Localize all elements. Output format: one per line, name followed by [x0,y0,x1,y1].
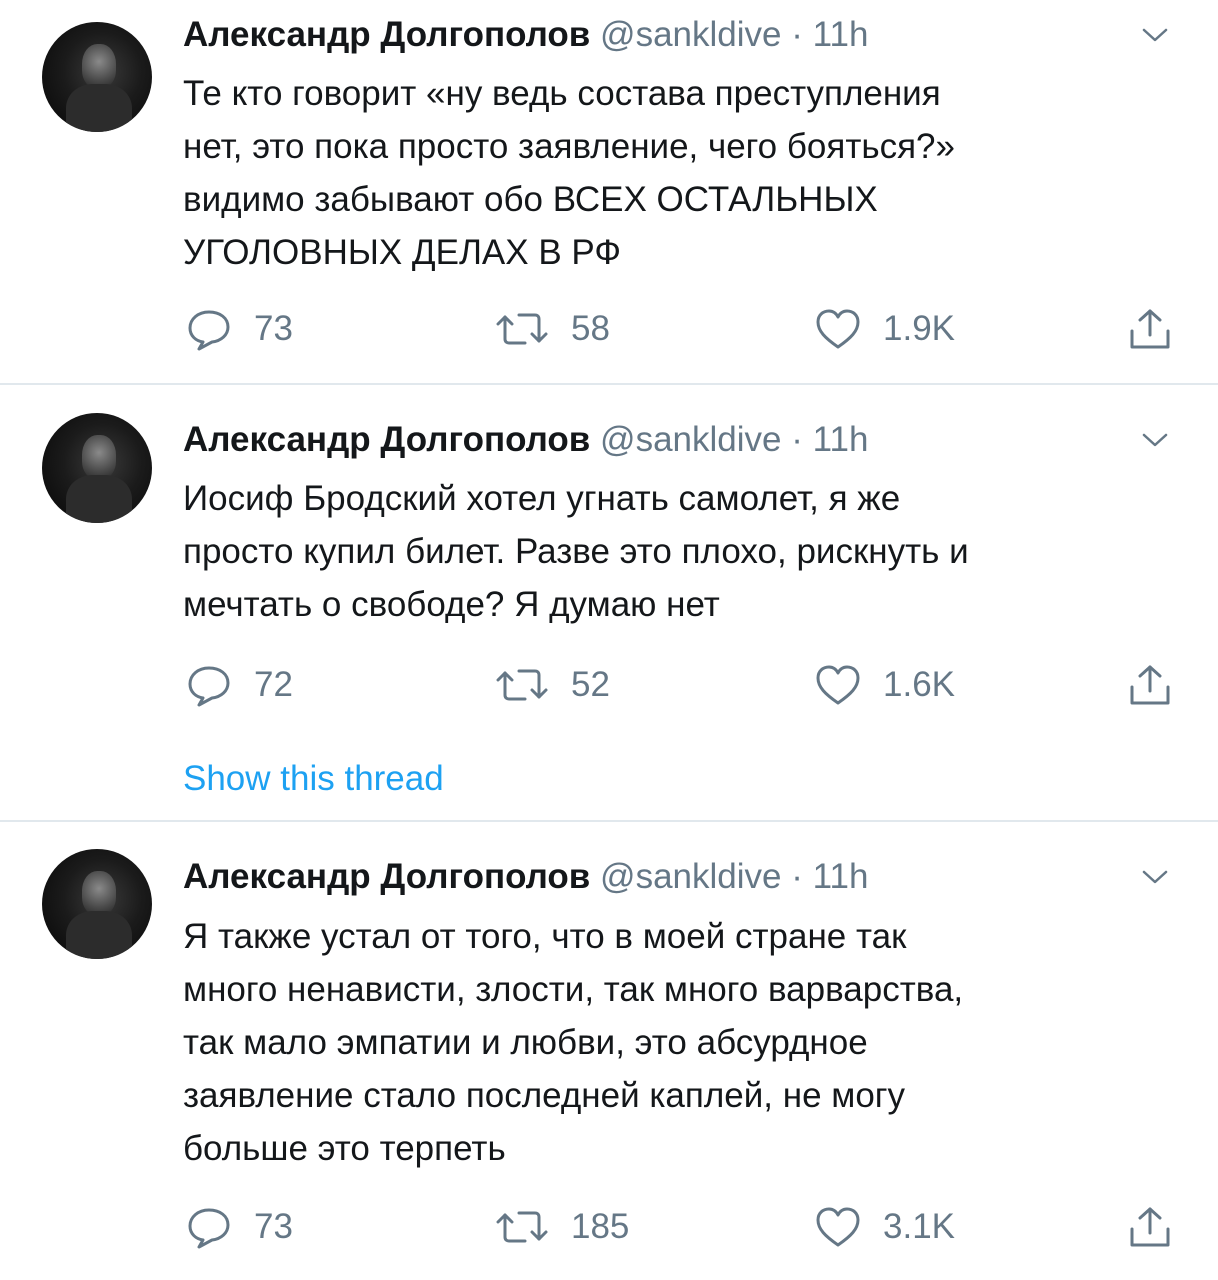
reply-button[interactable]: 73 [186,1205,293,1249]
separator-dot: · [791,15,803,54]
tweet-text: Те кто говорит «ну ведь состава преступл… [183,67,1173,279]
like-count: 1.9K [883,309,955,348]
tweet[interactable]: Александр Долгополов @sankldive · 11h Ио… [0,385,1218,820]
reply-icon [188,310,230,351]
reply-icon [188,666,230,707]
share-icon [1130,1207,1170,1247]
reply-count: 72 [254,665,293,704]
tweet-actions: 73 58 1.9K [0,307,1218,351]
share-button[interactable] [1127,1205,1173,1249]
tweet-text: Иосиф Бродский хотел угнать самолет, я ж… [183,472,1173,631]
tweet-text-line: УГОЛОВНЫХ ДЕЛАХ В РФ [183,233,621,272]
tweet-text-line: так мало эмпатии и любви, это абсурдное [183,1023,868,1062]
timestamp[interactable]: 11h [813,15,869,54]
tweet[interactable]: Александр Долгополов @sankldive · 11h Я … [0,822,1218,1280]
author-handle[interactable]: @sankldive [600,420,781,459]
show-thread-link[interactable]: Show this thread [183,757,444,801]
retweet-button[interactable]: 52 [495,663,610,707]
like-button[interactable]: 1.6K [815,663,955,707]
reply-button[interactable]: 73 [186,307,293,351]
share-icon [1130,665,1170,705]
tweet-text-line: Я также устал от того, что в моей стране… [183,917,907,956]
retweet-button[interactable]: 58 [495,307,610,351]
like-count: 3.1K [883,1207,955,1246]
chevron-down-icon[interactable] [1138,423,1172,457]
reply-button[interactable]: 72 [186,663,293,707]
like-button[interactable]: 3.1K [815,1205,955,1249]
tweet-text-line: нет, это пока просто заявление, чего боя… [183,127,955,166]
tweet[interactable]: Александр Долгополов @sankldive · 11h Те… [0,0,1218,385]
share-button[interactable] [1127,307,1173,351]
avatar[interactable] [42,849,152,959]
retweet-icon [496,669,548,701]
retweet-button[interactable]: 185 [495,1205,629,1249]
tweet-text-line: больше это терпеть [183,1129,506,1168]
reply-count: 73 [254,309,293,348]
avatar[interactable] [42,413,152,523]
author-handle[interactable]: @sankldive [600,15,781,54]
timestamp[interactable]: 11h [813,857,869,896]
heart-icon [816,309,860,349]
heart-icon [816,1207,860,1247]
avatar[interactable] [42,22,152,132]
retweet-icon [496,1211,548,1243]
separator-dot: · [791,420,803,459]
chevron-down-icon[interactable] [1138,860,1172,894]
timestamp[interactable]: 11h [813,420,869,459]
retweet-icon [496,313,548,345]
tweet-text-line: видимо забывают обо ВСЕХ ОСТАЛЬНЫХ [183,180,878,219]
tweet-text-line: много ненависти, злости, так много варва… [183,970,964,1009]
reply-count: 73 [254,1207,293,1246]
like-count: 1.6K [883,665,955,704]
retweet-count: 185 [571,1207,630,1246]
author-name[interactable]: Александр Долгополов [183,15,590,54]
tweet-actions: 73 185 3.1K [0,1205,1218,1249]
author-name[interactable]: Александр Долгополов [183,420,590,459]
tweet-text-line: Те кто говорит «ну ведь состава преступл… [183,74,941,113]
tweet-text-line: Иосиф Бродский хотел угнать самолет, я ж… [183,479,901,518]
retweet-count: 58 [571,309,610,348]
author-handle[interactable]: @sankldive [600,857,781,896]
tweet-text-line: заявление стало последней каплей, не мог… [183,1076,906,1115]
chevron-down-icon[interactable] [1138,18,1172,52]
tweet-header: Александр Долгополов @sankldive · 11h [183,855,868,899]
tweet-text: Я также устал от того, что в моей стране… [183,910,1173,1175]
heart-icon [816,665,860,705]
tweet-text-line: просто купил билет. Разве это плохо, рис… [183,532,969,571]
retweet-count: 52 [571,665,610,704]
tweet-header: Александр Долгополов @sankldive · 11h [183,13,868,57]
tweet-text-line: мечтать о свободе? Я думаю нет [183,585,720,624]
share-button[interactable] [1127,663,1173,707]
tweet-header: Александр Долгополов @sankldive · 11h [183,418,868,462]
separator-dot: · [791,857,803,896]
tweet-actions: 72 52 1.6K [0,663,1218,707]
author-name[interactable]: Александр Долгополов [183,857,590,896]
reply-icon [188,1208,230,1249]
share-icon [1130,309,1170,349]
like-button[interactable]: 1.9K [815,307,955,351]
